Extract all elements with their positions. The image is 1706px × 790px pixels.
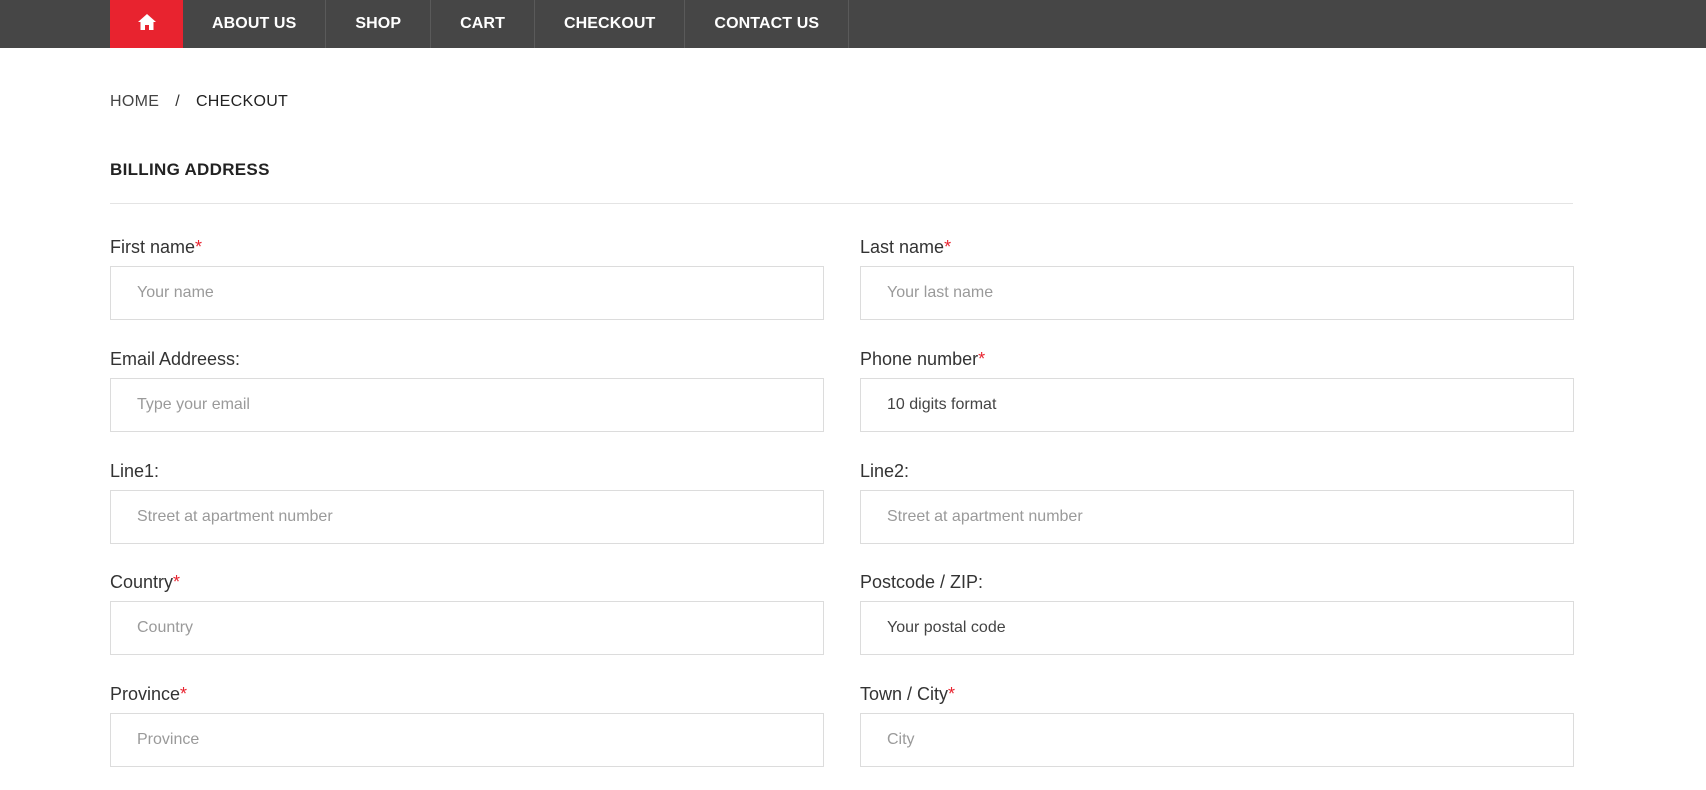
city-input[interactable]: City: [860, 713, 1574, 767]
last-name-input[interactable]: Your last name: [860, 266, 1574, 320]
postcode-input[interactable]: Your postal code: [860, 601, 1574, 655]
province-input[interactable]: Province: [110, 713, 824, 767]
required-marker: *: [948, 684, 956, 704]
section-divider: [110, 203, 1573, 204]
required-marker: *: [978, 349, 986, 369]
last-name-group: Last name* Your last name: [860, 234, 1574, 320]
breadcrumb: HOME / CHECKOUT: [110, 93, 288, 111]
line2-group: Line2: Street at apartment number: [860, 458, 1574, 544]
nav-item-shop[interactable]: SHOP: [326, 0, 432, 48]
required-marker: *: [180, 684, 188, 704]
phone-group: Phone number* 10 digits format: [860, 346, 1574, 432]
line1-label: Line1:: [110, 461, 160, 481]
province-label: Province*: [110, 684, 188, 704]
email-input[interactable]: Type your email: [110, 378, 824, 432]
city-label: Town / City*: [860, 684, 956, 704]
last-name-label: Last name*: [860, 237, 952, 257]
breadcrumb-separator: /: [175, 93, 180, 110]
country-label: Country*: [110, 572, 181, 592]
first-name-group: First name* Your name: [110, 234, 824, 320]
billing-address-title: BILLING ADDRESS: [110, 160, 270, 179]
country-input[interactable]: Country: [110, 601, 824, 655]
first-name-label: First name*: [110, 237, 203, 257]
email-label: Email Addreess:: [110, 349, 241, 369]
top-navigation-bar: ABOUT US SHOP CART CHECKOUT CONTACT US: [0, 0, 1706, 48]
nav-item-about-us[interactable]: ABOUT US: [183, 0, 327, 48]
breadcrumb-current: CHECKOUT: [195, 93, 289, 110]
country-group: Country* Country: [110, 569, 824, 655]
nav-item-contact-us[interactable]: CONTACT US: [685, 0, 850, 48]
phone-label: Phone number*: [860, 349, 986, 369]
email-group: Email Addreess: Type your email: [110, 346, 824, 432]
line1-group: Line1: Street at apartment number: [110, 458, 824, 544]
line2-label: Line2:: [860, 461, 910, 481]
nav-menu: ABOUT US SHOP CART CHECKOUT CONTACT US: [110, 0, 850, 48]
first-name-input[interactable]: Your name: [110, 266, 824, 320]
line1-input[interactable]: Street at apartment number: [110, 490, 824, 544]
home-icon: [137, 13, 157, 36]
nav-home-button[interactable]: [110, 0, 183, 48]
nav-item-cart[interactable]: CART: [431, 0, 535, 48]
postcode-group: Postcode / ZIP: Your postal code: [860, 569, 1574, 655]
province-group: Province* Province: [110, 681, 824, 767]
postcode-label: Postcode / ZIP:: [860, 572, 984, 592]
phone-input[interactable]: 10 digits format: [860, 378, 1574, 432]
nav-item-checkout[interactable]: CHECKOUT: [535, 0, 686, 48]
required-marker: *: [173, 572, 181, 592]
required-marker: *: [944, 237, 952, 257]
required-marker: *: [195, 237, 203, 257]
breadcrumb-home-link[interactable]: HOME: [110, 93, 159, 111]
line2-input[interactable]: Street at apartment number: [860, 490, 1574, 544]
city-group: Town / City* City: [860, 681, 1574, 767]
